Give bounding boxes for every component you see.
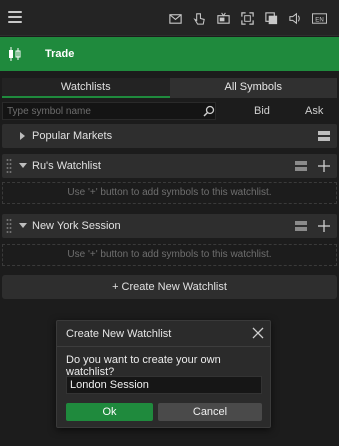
windows-icon[interactable] (263, 10, 279, 26)
search-icon[interactable] (203, 105, 215, 117)
drag-handle-icon[interactable] (6, 158, 12, 174)
collapse-group-icon[interactable] (294, 219, 308, 233)
symbol-search-input[interactable] (2, 102, 216, 120)
drag-handle-icon[interactable] (6, 218, 12, 234)
trade-header[interactable]: Trade (0, 37, 339, 71)
sound-icon[interactable] (287, 10, 303, 26)
create-new-watchlist-button[interactable]: + Create New Watchlist (2, 275, 337, 299)
watchlist-name-input[interactable] (66, 376, 262, 394)
svg-text:EN: EN (315, 16, 323, 23)
caret-down-icon[interactable] (19, 222, 27, 229)
group-label: Ru's Watchlist (32, 160, 101, 172)
add-symbol-icon[interactable] (317, 219, 331, 233)
empty-watchlist-hint: Use '+' button to add symbols to this wa… (2, 244, 337, 266)
trade-label: Trade (45, 48, 75, 60)
empty-watchlist-hint: Use '+' button to add symbols to this wa… (2, 182, 337, 204)
dialog-title: Create New Watchlist (66, 328, 172, 340)
ask-column-header: Ask (305, 105, 324, 117)
caret-down-icon[interactable] (19, 162, 27, 169)
group-rus-watchlist[interactable]: Ru's Watchlist (2, 154, 337, 178)
group-label: New York Session (32, 220, 121, 232)
collapse-all-icon[interactable] (317, 129, 331, 143)
bid-column-header: Bid (254, 105, 270, 117)
watchlist-tabs: Watchlists All Symbols (2, 78, 337, 98)
language-en-icon[interactable]: EN (311, 10, 327, 26)
ok-button[interactable]: Ok (66, 403, 153, 421)
search-row: Bid Ask (2, 102, 337, 120)
touch-hand-icon[interactable] (191, 10, 207, 26)
top-icons-group: EN (167, 10, 327, 26)
mail-icon[interactable] (167, 10, 183, 26)
collapse-group-icon[interactable] (294, 159, 308, 173)
top-toolbar: EN (0, 0, 339, 36)
cancel-button[interactable]: Cancel (158, 403, 262, 421)
fullscreen-icon[interactable] (239, 10, 255, 26)
add-symbol-icon[interactable] (317, 159, 331, 173)
tab-all-symbols[interactable]: All Symbols (169, 78, 337, 98)
candlestick-icon (9, 47, 21, 61)
hamburger-menu-icon[interactable] (8, 11, 22, 23)
group-new-york-session[interactable]: New York Session (2, 214, 337, 238)
caret-right-icon[interactable] (19, 132, 26, 140)
group-popular-markets[interactable]: Popular Markets (2, 124, 337, 148)
tab-watchlists[interactable]: Watchlists (2, 78, 170, 98)
dialog-question: Do you want to create your own watchlist… (66, 354, 221, 378)
close-icon[interactable] (252, 327, 264, 339)
dialog-divider (57, 346, 270, 347)
news-tv-icon[interactable] (215, 10, 231, 26)
create-watchlist-dialog: Create New Watchlist Do you want to crea… (56, 320, 271, 428)
group-label: Popular Markets (32, 130, 113, 142)
